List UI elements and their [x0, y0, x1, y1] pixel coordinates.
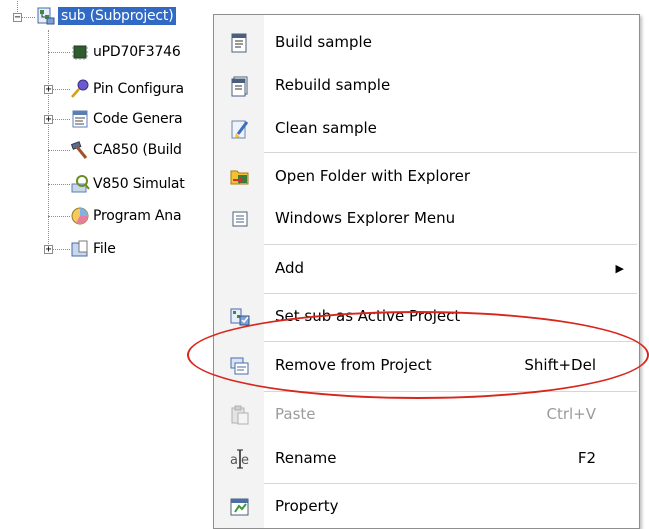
menu-item-clean[interactable]: Clean sample	[214, 109, 639, 147]
menu-item-label: Rename	[275, 449, 337, 467]
open-folder-icon	[229, 166, 251, 188]
rebuild-icon	[229, 75, 251, 97]
active-project-icon	[229, 306, 251, 328]
menu-item-label: Paste	[275, 405, 316, 423]
tree-item-label: CA850 (Build	[93, 142, 182, 158]
property-icon	[229, 496, 251, 518]
tree-item-build-tool[interactable]: CA850 (Build	[70, 140, 182, 160]
tree-expand-toggle[interactable]: +	[44, 85, 53, 95]
menu-item-label: Property	[275, 497, 339, 515]
build-icon	[229, 32, 251, 54]
tree-item-label: Program Ana	[93, 208, 182, 224]
microcontroller-chip-icon	[70, 42, 90, 62]
tree-item-label: V850 Simulat	[93, 176, 185, 192]
menu-item-explorer-menu[interactable]: Windows Explorer Menu	[214, 199, 639, 237]
menu-item-open-folder[interactable]: Open Folder with Explorer	[214, 157, 639, 195]
tree-root-subproject[interactable]: sub (Subproject)	[36, 6, 177, 26]
svg-text:a: a	[230, 453, 238, 468]
menu-item-rename[interactable]: a e Rename F2	[214, 439, 639, 477]
rename-icon: a e	[229, 448, 251, 470]
menu-separator	[264, 244, 637, 245]
menu-item-add[interactable]: Add ▶	[214, 249, 639, 287]
menu-item-label: Clean sample	[275, 119, 377, 137]
menu-item-label: Remove from Project	[275, 356, 432, 374]
menu-item-label: Build sample	[275, 33, 372, 51]
tree-item-debug-tool[interactable]: V850 Simulat	[70, 174, 185, 194]
context-menu: Build sample Rebuild sample Clean sample	[213, 14, 640, 529]
menu-separator	[264, 152, 637, 153]
menu-item-build[interactable]: Build sample	[214, 23, 639, 61]
tree-root-label: sub (Subproject)	[58, 7, 177, 25]
tree-item-label: Pin Configura	[93, 81, 184, 97]
menu-item-label: Rebuild sample	[275, 76, 391, 94]
menu-item-label: Windows Explorer Menu	[275, 209, 456, 227]
remove-icon	[229, 355, 251, 377]
pin-configurator-icon	[70, 79, 90, 99]
tree-expand-toggle[interactable]: +	[44, 115, 53, 125]
subproject-icon	[36, 6, 56, 26]
menu-item-label: Add	[275, 259, 305, 277]
menu-separator	[264, 391, 637, 392]
menu-separator	[264, 293, 637, 294]
menu-item-label: Set sub as Active Project	[275, 307, 461, 325]
tree-item-label: File	[93, 241, 116, 257]
explorer-menu-icon	[229, 208, 251, 230]
code-generator-icon	[70, 109, 90, 129]
svg-text:e: e	[241, 453, 249, 468]
build-tool-hammer-icon	[70, 140, 90, 160]
menu-item-shortcut: Ctrl+V	[546, 405, 596, 423]
menu-item-shortcut: F2	[577, 449, 596, 467]
tree-item-label: uPD70F3746	[93, 44, 181, 60]
tree-item-pin-configurator[interactable]: Pin Configura	[70, 79, 184, 99]
menu-item-shortcut: Shift+Del	[524, 356, 596, 374]
menu-separator	[264, 341, 637, 342]
tree-collapse-toggle[interactable]: −	[13, 13, 22, 23]
menu-item-paste[interactable]: Paste Ctrl+V	[214, 395, 639, 433]
program-analyzer-icon	[70, 206, 90, 226]
file-folder-icon	[70, 239, 90, 259]
menu-item-set-active-project[interactable]: Set sub as Active Project	[214, 297, 639, 335]
menu-item-label: Open Folder with Explorer	[275, 167, 470, 185]
simulator-icon	[70, 174, 90, 194]
tree-item-code-generator[interactable]: Code Genera	[70, 109, 183, 129]
tree-item-analyzer[interactable]: Program Ana	[70, 206, 182, 226]
tree-item-label: Code Genera	[93, 111, 183, 127]
menu-separator	[264, 483, 637, 484]
paste-icon	[229, 404, 251, 426]
submenu-arrow-icon: ▶	[615, 261, 624, 275]
tree-expand-toggle[interactable]: +	[44, 245, 53, 255]
menu-item-property[interactable]: Property	[214, 487, 639, 525]
clean-icon	[229, 118, 251, 140]
tree-item-file[interactable]: File	[70, 239, 116, 259]
project-tree: − sub (Subproject) uPD70F3746 + Pin Conf…	[0, 0, 240, 524]
menu-item-remove-from-project[interactable]: Remove from Project Shift+Del	[214, 346, 639, 384]
menu-item-rebuild[interactable]: Rebuild sample	[214, 66, 639, 104]
tree-item-device[interactable]: uPD70F3746	[70, 42, 181, 62]
